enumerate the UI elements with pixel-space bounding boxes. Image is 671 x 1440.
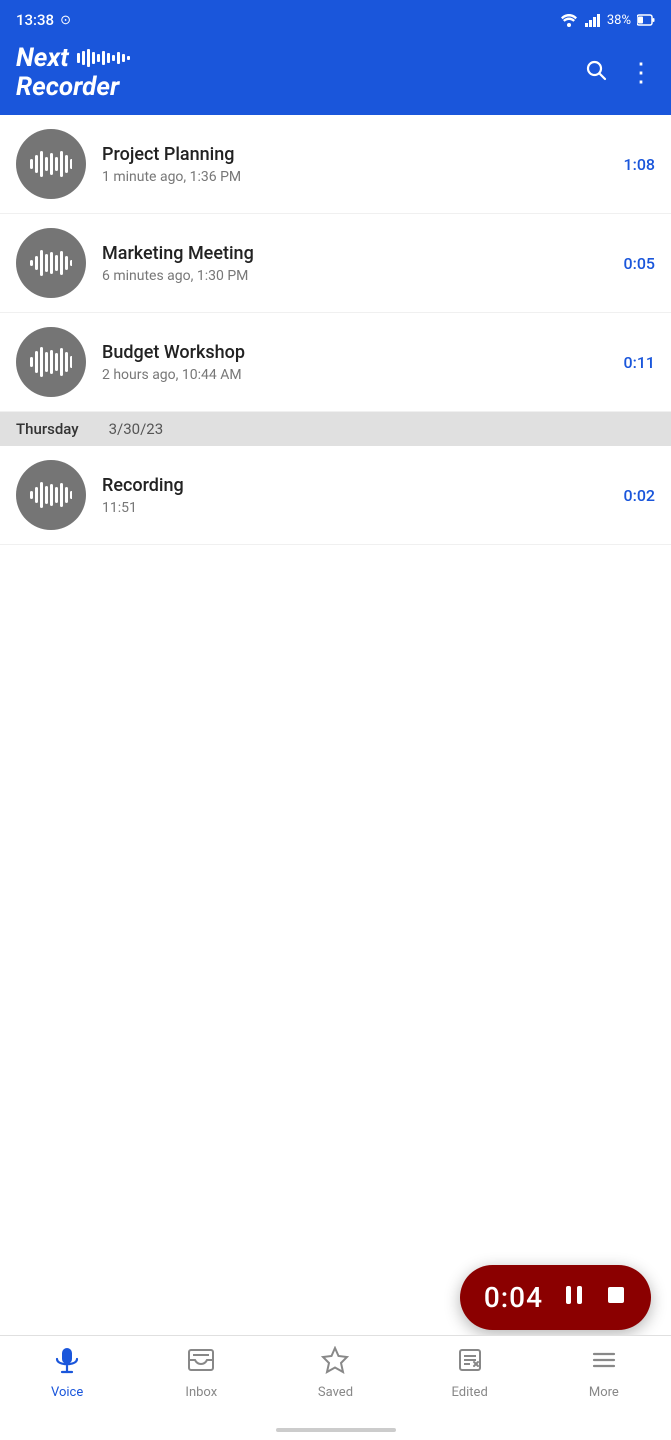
pause-button[interactable] <box>561 1282 587 1314</box>
recording-info: Budget Workshop 2 hours ago, 10:44 AM <box>102 342 624 383</box>
waveform-avatar <box>16 228 86 298</box>
wifi-icon <box>559 13 579 27</box>
recording-duration: 0:11 <box>624 353 656 372</box>
waveform-logo <box>77 49 132 67</box>
recording-info: Project Planning 1 minute ago, 1:36 PM <box>102 144 624 185</box>
recording-title: Recording <box>102 475 624 496</box>
nav-label-saved: Saved <box>318 1385 353 1400</box>
date-day: Thursday <box>16 420 79 438</box>
recording-duration: 0:05 <box>624 254 656 273</box>
nav-item-more[interactable]: More <box>564 1346 644 1400</box>
scissors-icon <box>456 1346 484 1381</box>
signal-icon <box>585 13 601 27</box>
nav-label-edited: Edited <box>452 1385 488 1400</box>
app-title: Next Recorder <box>16 44 132 101</box>
search-button[interactable] <box>584 58 608 88</box>
recording-title: Marketing Meeting <box>102 243 624 264</box>
recording-title: Budget Workshop <box>102 342 624 363</box>
recording-item[interactable]: Budget Workshop 2 hours ago, 10:44 AM 0:… <box>0 313 671 412</box>
waveform-icon <box>30 480 72 510</box>
recording-meta: 1 minute ago, 1:36 PM <box>102 169 624 185</box>
recording-info: Marketing Meeting 6 minutes ago, 1:30 PM <box>102 243 624 284</box>
bottom-nav: Voice Inbox Saved <box>0 1335 671 1440</box>
date-separator: Thursday 3/30/23 <box>0 412 671 446</box>
nav-label-voice: Voice <box>51 1385 83 1400</box>
inbox-icon <box>187 1346 215 1381</box>
waveform-avatar <box>16 327 86 397</box>
app-bar: Next Recorder ⋮ <box>0 40 671 115</box>
recording-meta: 2 hours ago, 10:44 AM <box>102 367 624 383</box>
battery-icon <box>637 14 655 26</box>
recording-item[interactable]: Recording 11:51 0:02 <box>0 446 671 545</box>
bottom-handle <box>276 1428 396 1432</box>
status-icons: 38% <box>559 13 655 28</box>
hamburger-icon <box>590 1346 618 1381</box>
recording-meta: 11:51 <box>102 500 624 516</box>
app-bar-icons: ⋮ <box>584 58 655 88</box>
nav-item-inbox[interactable]: Inbox <box>161 1346 241 1400</box>
location-icon: ⊙ <box>60 13 71 28</box>
date-full: 3/30/23 <box>109 420 164 438</box>
more-options-button[interactable]: ⋮ <box>628 60 655 86</box>
nav-item-saved[interactable]: Saved <box>295 1346 375 1400</box>
waveform-avatar <box>16 129 86 199</box>
recording-title: Project Planning <box>102 144 624 165</box>
nav-label-more: More <box>589 1385 619 1400</box>
nav-label-inbox: Inbox <box>185 1385 217 1400</box>
app-title-line1: Next <box>16 44 132 73</box>
waveform-icon <box>30 248 72 278</box>
recording-duration: 0:02 <box>624 486 656 505</box>
waveform-avatar <box>16 460 86 530</box>
app-title-line2: Recorder <box>16 73 132 102</box>
microphone-icon <box>53 1346 81 1381</box>
recording-meta: 6 minutes ago, 1:30 PM <box>102 268 624 284</box>
status-bar: 13:38 ⊙ 38% <box>0 0 671 40</box>
nav-item-voice[interactable]: Voice <box>27 1346 107 1400</box>
recording-duration: 1:08 <box>624 155 656 174</box>
recording-player: 0:04 <box>460 1265 651 1330</box>
status-time: 13:38 ⊙ <box>16 11 71 29</box>
recording-list: Project Planning 1 minute ago, 1:36 PM 1… <box>0 115 671 545</box>
recording-item[interactable]: Project Planning 1 minute ago, 1:36 PM 1… <box>0 115 671 214</box>
waveform-icon <box>30 149 72 179</box>
star-icon <box>321 1346 349 1381</box>
battery-label: 38% <box>607 13 631 28</box>
player-time: 0:04 <box>484 1281 543 1314</box>
waveform-icon <box>30 347 72 377</box>
recording-item[interactable]: Marketing Meeting 6 minutes ago, 1:30 PM… <box>0 214 671 313</box>
clock: 13:38 <box>16 11 54 29</box>
nav-item-edited[interactable]: Edited <box>430 1346 510 1400</box>
recording-info: Recording 11:51 <box>102 475 624 516</box>
stop-button[interactable] <box>605 1284 627 1311</box>
